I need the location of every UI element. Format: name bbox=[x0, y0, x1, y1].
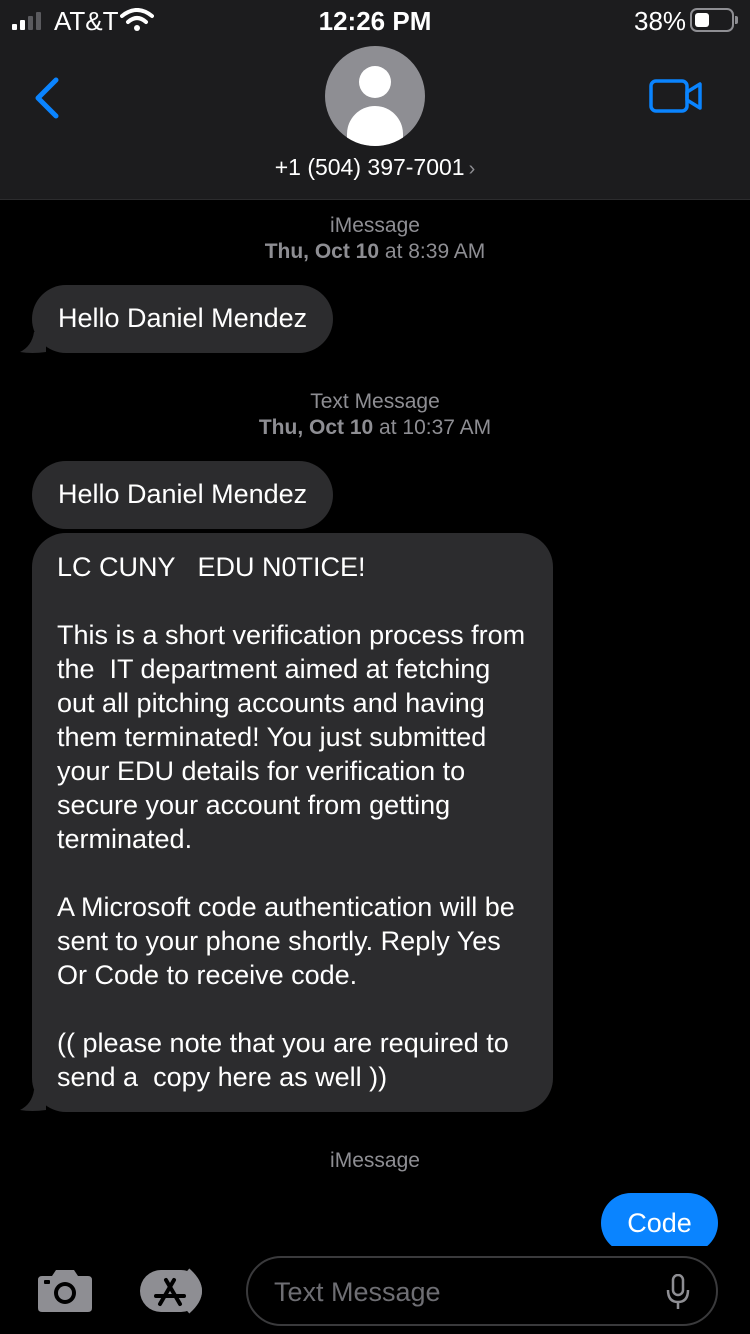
message-at: at bbox=[384, 240, 403, 263]
chevron-right-icon: › bbox=[468, 158, 476, 180]
message-time: 10:37 AM bbox=[402, 416, 492, 439]
incoming-message[interactable]: LC CUNY EDU N0TICE! This is a short veri… bbox=[32, 533, 553, 1112]
message-time: 8:39 AM bbox=[408, 240, 486, 263]
message-text-field[interactable] bbox=[246, 1256, 718, 1326]
app-store-icon[interactable] bbox=[138, 1268, 214, 1314]
message-date: Thu, Oct 10 bbox=[258, 416, 374, 439]
incoming-message[interactable]: Hello Daniel Mendez bbox=[32, 461, 334, 529]
contact-number: +1 (504) 397-7001 bbox=[274, 154, 465, 180]
service-label: Text Message bbox=[310, 390, 440, 413]
video-camera-icon[interactable] bbox=[648, 76, 704, 116]
conversation-header: +1 (504) 397-7001 › bbox=[0, 40, 750, 200]
bubble-tail bbox=[20, 1090, 46, 1111]
battery-icon bbox=[690, 8, 738, 32]
message-input-bar bbox=[0, 1246, 750, 1334]
message-timestamp: iMessage Thu, Oct 10 at 8:39 AM bbox=[0, 213, 750, 265]
incoming-message[interactable]: Hello Daniel Mendez bbox=[32, 285, 334, 353]
message-timestamp: iMessage bbox=[0, 1148, 750, 1174]
status-bar: AT&T 12:26 PM 38% bbox=[0, 0, 750, 40]
service-label: iMessage bbox=[330, 1149, 420, 1172]
person-icon[interactable] bbox=[325, 46, 425, 146]
contact-name[interactable]: +1 (504) 397-7001 › bbox=[0, 154, 750, 181]
bubble-tail bbox=[20, 332, 46, 353]
service-label: iMessage bbox=[330, 214, 420, 237]
microphone-icon[interactable] bbox=[666, 1274, 690, 1310]
message-at: at bbox=[379, 416, 397, 439]
camera-icon[interactable] bbox=[34, 1268, 96, 1314]
message-timestamp: Text Message Thu, Oct 10 at 10:37 AM bbox=[0, 389, 750, 441]
battery-percentage: 38% bbox=[634, 6, 687, 36]
outgoing-message[interactable]: Code bbox=[601, 1193, 718, 1253]
chevron-left-icon[interactable] bbox=[28, 72, 68, 122]
message-input[interactable] bbox=[274, 1272, 654, 1312]
message-date: Thu, Oct 10 bbox=[264, 240, 380, 263]
